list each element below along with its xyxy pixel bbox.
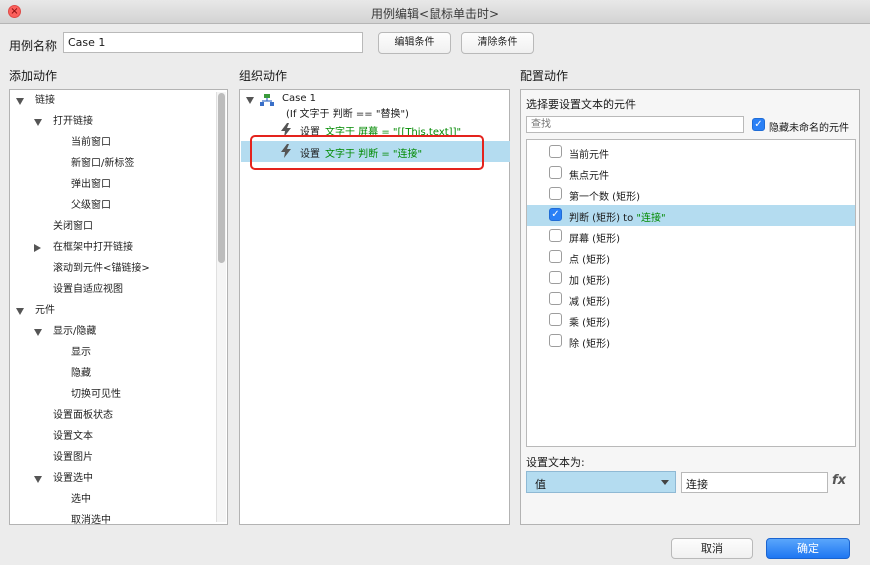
hide-unnamed-label: 隐藏未命名的元件: [769, 123, 849, 134]
widget-label-wrap: 点 (矩形): [569, 251, 610, 266]
configure-actions-heading: 配置动作: [520, 69, 569, 83]
widget-row[interactable]: 减 (矩形): [527, 289, 855, 310]
hide-unnamed-checkbox[interactable]: ✓: [752, 118, 765, 131]
add-action-label: 选中: [71, 494, 91, 505]
add-action-label: 关闭窗口: [53, 221, 93, 232]
collapse-arrow-icon[interactable]: [34, 476, 42, 483]
collapse-arrow-icon[interactable]: [16, 308, 24, 315]
select-widget-label: 选择要设置文本的元件: [526, 98, 636, 111]
add-action-label: 设置面板状态: [53, 410, 113, 421]
widget-label: 除 (矩形): [569, 339, 610, 350]
widget-label-wrap: 屏幕 (矩形): [569, 230, 620, 245]
title-bar: × 用例编辑<鼠标单击时>: [0, 0, 870, 24]
add-action-label: 设置图片: [53, 452, 93, 463]
widget-label-wrap: 加 (矩形): [569, 272, 610, 287]
edit-condition-button[interactable]: 编辑条件: [378, 32, 451, 54]
widget-label-wrap: 除 (矩形): [569, 335, 610, 350]
widget-checkbox[interactable]: [549, 166, 562, 179]
widget-label: 判断 (矩形) to: [569, 213, 637, 224]
configure-actions-panel: 选择要设置文本的元件 ✓ 隐藏未命名的元件 当前元件焦点元件第一个数 (矩形) ✓…: [520, 89, 860, 525]
widget-row[interactable]: 焦点元件: [527, 163, 855, 184]
set-text-label: 设置文本为:: [526, 456, 585, 469]
widget-label: 屏幕 (矩形): [569, 234, 620, 245]
add-action-label: 切换可见性: [71, 389, 121, 400]
collapse-arrow-icon[interactable]: [16, 98, 24, 105]
widget-label: 减 (矩形): [569, 297, 610, 308]
widget-checkbox[interactable]: [549, 334, 562, 347]
fx-button[interactable]: fx: [832, 473, 846, 488]
highlight-annotation-box: [250, 135, 484, 170]
collapse-arrow-icon[interactable]: [34, 329, 42, 336]
add-action-label: 显示: [71, 347, 91, 358]
widget-label: 当前元件: [569, 150, 609, 161]
widget-checkbox[interactable]: [549, 313, 562, 326]
add-action-label: 打开链接: [53, 116, 93, 127]
organize-actions-heading: 组织动作: [239, 69, 288, 83]
widget-row[interactable]: 除 (矩形): [527, 331, 855, 352]
widget-checkbox[interactable]: [549, 187, 562, 200]
widget-label-wrap: 乘 (矩形): [569, 314, 610, 329]
widget-value-suffix: "连接": [636, 213, 666, 224]
case-name-label: 用例名称: [9, 39, 58, 53]
case-name-input[interactable]: Case 1: [63, 32, 363, 53]
widget-label: 第一个数 (矩形): [569, 192, 640, 203]
add-action-label: 设置自适应视图: [53, 284, 123, 295]
widget-label-wrap: 判断 (矩形) to "连接": [569, 209, 666, 224]
widget-row[interactable]: ✓ 判断 (矩形) to "连接": [527, 205, 855, 226]
clear-condition-button[interactable]: 清除条件: [461, 32, 534, 54]
widget-checkbox[interactable]: [549, 271, 562, 284]
widget-label: 乘 (矩形): [569, 318, 610, 329]
case-label[interactable]: Case 1: [282, 93, 316, 104]
value-type-selected: 值: [535, 478, 546, 491]
widget-search-input[interactable]: [526, 116, 744, 133]
widget-label: 焦点元件: [569, 171, 609, 182]
add-action-label: 取消选中: [71, 515, 111, 525]
add-action-label: 在框架中打开链接: [53, 242, 133, 253]
widget-list: 当前元件焦点元件第一个数 (矩形) ✓ 判断 (矩形) to "连接" 屏幕 (矩形)…: [526, 139, 856, 447]
case-expand-toggle[interactable]: [246, 97, 254, 104]
widget-row[interactable]: 第一个数 (矩形): [527, 184, 855, 205]
case-condition: (If 文字于 判断 == "替换"): [286, 109, 409, 120]
widget-checkbox[interactable]: [549, 145, 562, 158]
ok-button[interactable]: 确定: [766, 538, 850, 559]
add-action-label: 当前窗口: [71, 137, 111, 148]
add-action-label: 设置选中: [53, 473, 93, 484]
widget-label-wrap: 减 (矩形): [569, 293, 610, 308]
cancel-button[interactable]: 取消: [671, 538, 753, 559]
widget-row[interactable]: 乘 (矩形): [527, 310, 855, 331]
case-icon: [260, 94, 274, 106]
widget-checkbox[interactable]: ✓: [549, 208, 562, 221]
widget-checkbox[interactable]: [549, 292, 562, 305]
add-action-label: 父级窗口: [71, 200, 111, 211]
add-action-label: 弹出窗口: [71, 179, 111, 190]
widget-row[interactable]: 加 (矩形): [527, 268, 855, 289]
widget-checkbox[interactable]: [549, 229, 562, 242]
widget-label: 点 (矩形): [569, 255, 610, 266]
add-action-label: 设置文本: [53, 431, 93, 442]
widget-label-wrap: 当前元件: [569, 146, 609, 161]
add-action-label: 链接: [35, 95, 55, 106]
add-action-label: 显示/隐藏: [53, 326, 97, 337]
widget-row[interactable]: 屏幕 (矩形): [527, 226, 855, 247]
chevron-down-icon: [661, 480, 669, 485]
widget-label-wrap: 第一个数 (矩形): [569, 188, 640, 203]
value-type-select[interactable]: 值: [526, 471, 676, 493]
add-action-label: 隐藏: [71, 368, 91, 379]
widget-label: 加 (矩形): [569, 276, 610, 287]
value-text-input[interactable]: 连接: [681, 472, 828, 493]
add-actions-scroll-thumb[interactable]: [218, 93, 225, 263]
widget-row[interactable]: 当前元件: [527, 142, 855, 163]
add-actions-panel: 链接打开链接当前窗口新窗口/新标签 弹出窗口父级窗口关闭窗口在框架中打开链接滚动到…: [9, 89, 228, 525]
add-action-label: 滚动到元件<锚链接>: [53, 263, 150, 274]
expand-arrow-icon[interactable]: [34, 244, 41, 252]
window-title: 用例编辑<鼠标单击时>: [370, 7, 500, 21]
add-actions-heading: 添加动作: [9, 69, 58, 83]
add-action-label: 元件: [35, 305, 55, 316]
add-action-label: 新窗口/新标签: [71, 158, 135, 169]
widget-checkbox[interactable]: [549, 250, 562, 263]
collapse-arrow-icon[interactable]: [34, 119, 42, 126]
widget-label-wrap: 焦点元件: [569, 167, 609, 182]
widget-row[interactable]: 点 (矩形): [527, 247, 855, 268]
